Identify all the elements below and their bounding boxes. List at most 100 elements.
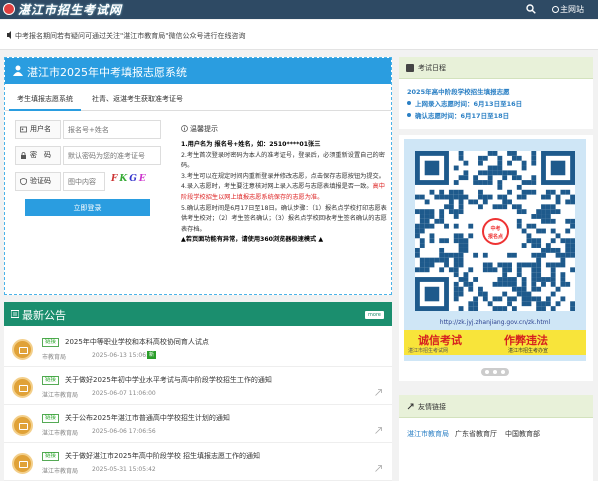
carousel-dots	[481, 368, 509, 376]
notice-bar: 中考报名期间若有疑问可通过关注"湛江市教育局"微信公众号进行在线咨询	[0, 20, 598, 50]
login-panel-header: 湛江市2025年中考填报志愿系统	[5, 58, 391, 84]
search-icon[interactable]	[526, 4, 536, 14]
announcement-source: 湛江市教育局	[42, 392, 79, 399]
announcement-icon	[12, 339, 33, 360]
password-label: 密 码	[15, 146, 61, 165]
poster-slogan: 诚信考试 作弊违法 湛江市招生考试网 湛江市招生考办宣	[404, 330, 586, 355]
friendly-links-panel: 友情链接 湛江市教育局 广东省教育厅 中国教育部	[399, 395, 593, 481]
list-icon	[11, 310, 19, 318]
password-row: 密 码	[15, 146, 161, 165]
link-zhanjiang-education-bureau[interactable]: 湛江市教育局	[407, 429, 449, 439]
tab-get-admission-number[interactable]: 社青、返湛考生获取准考证号	[84, 87, 191, 111]
hint-4: 4.录入志愿时，考生要注意核对网上录入志愿与志愿表填报是否一致。高中阶段学校招生…	[181, 183, 385, 201]
login-panel-title: 湛江市2025年中考填报志愿系统	[27, 66, 187, 79]
login-tabs: 考生填报志愿系统 社青、返湛考生获取准考证号	[5, 87, 391, 111]
announcement-source: 湛江市教育局	[42, 430, 79, 437]
announcement-icon	[12, 377, 33, 398]
carousel-dot[interactable]	[485, 370, 489, 374]
schedule-panel: 考试日程 2025年高中阶段学校招生填报志愿 上网录入志愿时间：6月13日至16…	[399, 57, 593, 129]
slogan-honest-exam: 诚信考试	[418, 334, 462, 347]
carousel-dot[interactable]	[501, 370, 505, 374]
schedule-line-confirm: 确认志愿时间：6月17日至18日	[407, 110, 509, 120]
share-icon[interactable]	[375, 389, 382, 396]
announcement-source: 湛江市教育局	[42, 468, 79, 475]
shield-icon	[20, 178, 27, 185]
slogan-sub: 湛江市招生考办宣	[508, 348, 549, 354]
qr-center-badge: 中考 报名点	[482, 218, 509, 245]
site-logo-text[interactable]: 湛江市招生考试网	[18, 1, 122, 18]
site-logo-icon[interactable]	[3, 3, 15, 15]
link-ministry-of-education[interactable]: 中国教育部	[505, 429, 540, 439]
top-bar: 湛江市招生考试网 主网站	[0, 0, 598, 19]
user-icon	[13, 65, 23, 76]
captcha-image[interactable]: FKGE	[111, 174, 161, 188]
announcements-title: 最新公告	[22, 309, 66, 322]
hint-title: 温馨提示	[181, 124, 218, 134]
home-icon	[552, 6, 559, 13]
poster-url: http://zk.jyj.zhanjiang.gov.cn/zk.html	[439, 319, 551, 326]
schedule-line-entry: 上网录入志愿时间：6月13日至16日	[407, 98, 522, 108]
link-guangdong-education-department[interactable]: 广东省教育厅	[455, 429, 497, 439]
carousel-dot[interactable]	[493, 370, 497, 374]
slogan-cheating-illegal: 作弊违法	[504, 334, 548, 347]
hint-5: 5.确认志愿时间是6月17日至18日。确认步骤：（1）报名点学校打印志愿表供考生…	[181, 204, 387, 233]
home-link-label: 主网站	[560, 5, 584, 14]
link-tag: 链接	[42, 376, 60, 385]
announcement-date: 2025-06-06 17:06:56	[92, 428, 156, 435]
announcement-title[interactable]: 关于做好湛江市2025年高中阶段学校 招生填报志愿工作的通知	[65, 451, 260, 461]
announcement-date: 2025-06-07 11:06:00	[92, 390, 156, 397]
link-tag: 链接	[42, 452, 60, 461]
tab-student-volunteer[interactable]: 考生填报志愿系统	[9, 87, 81, 111]
captcha-label: 验证码	[15, 172, 61, 191]
link-tag: 链接	[42, 414, 60, 423]
announcement-date: 2025-05-31 15:05:42	[92, 466, 156, 473]
list-item[interactable]: 链接 关于做好2025年初中学业水平考试与高中阶段学校招生工作的通知 湛江市教育…	[4, 369, 392, 405]
username-input[interactable]	[63, 120, 161, 139]
more-link[interactable]: more	[365, 311, 384, 319]
announcement-title[interactable]: 关于做好2025年初中学业水平考试与高中阶段学校招生工作的通知	[65, 375, 272, 385]
hint-2: 2.考生首次登录时密码为本人的准考证号，登录后，必须重新设置自己的密码。	[181, 151, 385, 170]
notice-text: 中考报名期间若有疑问可通过关注"湛江市教育局"微信公众号进行在线咨询	[15, 32, 246, 40]
announcement-icon	[12, 415, 33, 436]
announcements-header: 最新公告 more	[4, 302, 392, 326]
home-link[interactable]: 主网站	[552, 4, 584, 15]
announcement-icon	[12, 453, 33, 474]
announcement-title[interactable]: 2025年中等职业学校和本科高校协同育人试点	[65, 337, 209, 347]
friendly-links-title: 友情链接	[418, 403, 446, 411]
slogan-site: 湛江市招生考试网	[408, 348, 449, 354]
share-icon[interactable]	[375, 427, 382, 434]
share-icon[interactable]	[375, 465, 382, 472]
login-button[interactable]: 立即登录	[25, 199, 150, 216]
anti-cheating-poster[interactable]: 中考 报名点 http://zk.jyj.zhanjiang.gov.cn/zk.…	[404, 139, 586, 361]
qr-code: 中考 报名点	[415, 151, 575, 311]
schedule-headline[interactable]: 2025年高中阶段学校招生填报志愿	[407, 86, 510, 96]
announcement-title[interactable]: 关于公布2025年湛江市普通高中学校招生计划的通知	[65, 413, 230, 423]
login-panel: 湛江市2025年中考填报志愿系统 考生填报志愿系统 社青、返湛考生获取准考证号 …	[4, 57, 392, 295]
captcha-row: 验证码 FKGE	[15, 172, 161, 191]
hint-body: 1.用户名为 报名号+姓名，如：2510****01张三 2.考生首次登录时密码…	[181, 140, 389, 246]
hint-6: ▲若页面功能有异常，请使用360浏览器极速模式 ▲	[181, 236, 324, 244]
bullet-icon	[407, 113, 411, 117]
lock-icon	[21, 152, 26, 159]
list-item[interactable]: 链接 关于公布2025年湛江市普通高中学校招生计划的通知 湛江市教育局 2025…	[4, 407, 392, 443]
list-item[interactable]: 链接 2025年中等职业学校和本科高校协同育人试点 市教育局 2025-06-1…	[4, 331, 392, 367]
link-icon	[407, 403, 414, 410]
schedule-title: 考试日程	[418, 64, 446, 72]
info-icon	[181, 125, 188, 132]
schedule-header: 考试日程	[399, 57, 593, 79]
list-item[interactable]: 链接 关于做好湛江市2025年高中阶段学校 招生填报志愿工作的通知 湛江市教育局…	[4, 445, 392, 481]
captcha-input[interactable]	[63, 172, 105, 191]
hint-1: 1.用户名为 报名号+姓名，如：2510****01张三	[181, 141, 321, 148]
username-row: 用户名	[15, 120, 161, 139]
announcement-source: 市教育局	[42, 354, 67, 361]
hint-3: 3.考生可以在规定时间内重新登录并修改志愿，点击保存志愿按钮为提交。	[181, 172, 385, 180]
calendar-icon	[406, 64, 414, 72]
password-input[interactable]	[63, 146, 161, 165]
user-card-icon	[20, 126, 27, 133]
bullet-icon	[407, 101, 411, 105]
username-label: 用户名	[15, 120, 61, 139]
new-badge: 新	[147, 351, 156, 359]
bell-icon	[7, 31, 11, 39]
link-tag: 链接	[42, 338, 60, 347]
qr-carousel: 中考 报名点 http://zk.jyj.zhanjiang.gov.cn/zk.…	[399, 135, 593, 381]
